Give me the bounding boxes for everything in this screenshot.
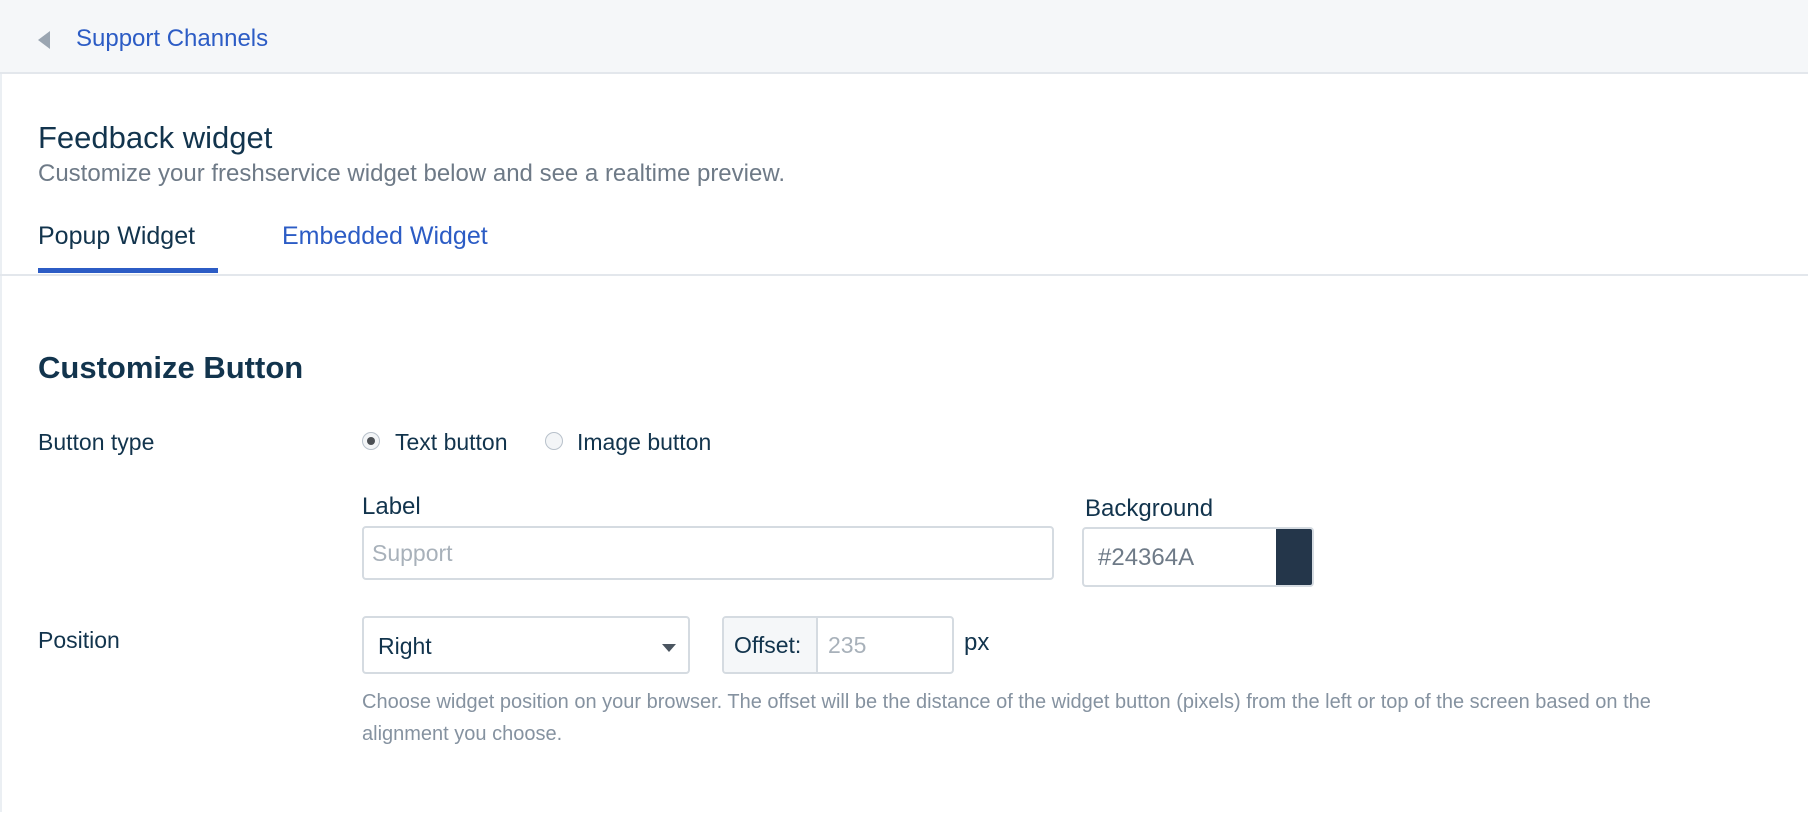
- top-bar: Support Channels: [0, 0, 1808, 74]
- section-title: Customize Button: [38, 350, 304, 385]
- offset-addon: Offset:: [724, 618, 818, 672]
- label-field-label: Label: [362, 493, 421, 520]
- offset-field: Offset:: [722, 616, 954, 674]
- widget-tabs: Popup Widget Embedded Widget: [0, 214, 1808, 276]
- image-button-radio-label[interactable]: Image button: [577, 427, 711, 457]
- caret-left-icon[interactable]: [38, 31, 50, 49]
- chevron-down-icon: [662, 644, 676, 652]
- button-type-label: Button type: [38, 429, 155, 455]
- background-field-label: Background: [1085, 495, 1214, 522]
- offset-label: Offset:: [734, 632, 802, 658]
- page-subtitle: Customize your freshservice widget below…: [38, 160, 786, 187]
- breadcrumb-support-channels[interactable]: Support Channels: [76, 22, 268, 56]
- color-swatch[interactable]: [1276, 529, 1312, 585]
- page-title: Feedback widget: [38, 120, 273, 155]
- label-input[interactable]: [362, 526, 1054, 580]
- offset-unit: px: [964, 629, 990, 656]
- position-help-text: Choose widget position on your browser. …: [362, 691, 1651, 745]
- text-button-radio[interactable]: [362, 432, 380, 450]
- offset-input[interactable]: [818, 618, 952, 672]
- background-color-field[interactable]: #24364A: [1082, 527, 1314, 587]
- active-tab-indicator: [38, 268, 218, 273]
- background-color-value[interactable]: #24364A: [1098, 543, 1194, 573]
- position-select-value: Right: [378, 633, 432, 659]
- tab-embedded-widget[interactable]: Embedded Widget: [282, 218, 488, 254]
- text-button-radio-label[interactable]: Text button: [395, 427, 508, 457]
- image-button-radio[interactable]: [545, 432, 563, 450]
- tab-popup-widget[interactable]: Popup Widget: [38, 218, 195, 254]
- position-label: Position: [38, 627, 120, 653]
- position-select[interactable]: Right: [362, 616, 690, 674]
